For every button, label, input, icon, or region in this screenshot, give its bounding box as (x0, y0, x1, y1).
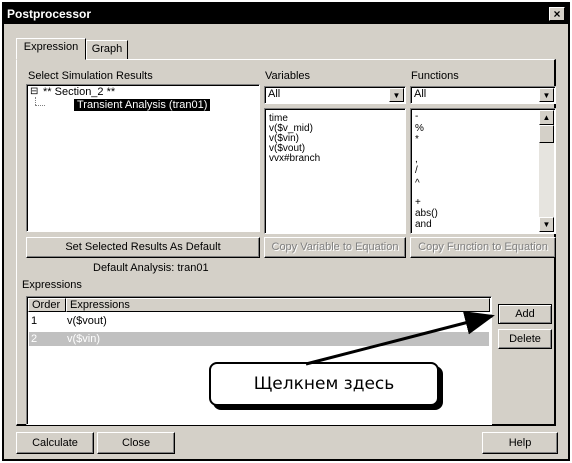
help-button[interactable]: Help (482, 432, 558, 454)
function-item[interactable]: * (415, 135, 419, 145)
tree-collapse-icon[interactable]: ⊟ (30, 86, 38, 97)
arrow-up-icon[interactable]: ▲ (539, 110, 554, 125)
function-item[interactable]: - (415, 112, 418, 122)
function-item[interactable]: ^ (415, 179, 420, 189)
variable-item[interactable]: vvx#branch (269, 154, 320, 164)
table-row[interactable]: 2 v($vin) (29, 332, 489, 346)
function-item[interactable]: abs() (415, 209, 438, 219)
close-window-button[interactable]: × (549, 7, 565, 21)
row-expression: v($vout) (67, 315, 107, 327)
title-bar: Postprocessor × (4, 4, 568, 24)
row-expression: v($vin) (67, 333, 101, 345)
calculate-button[interactable]: Calculate (16, 432, 94, 454)
variables-list[interactable]: time v($v_mid) v($vin) v($vout) vvx#bran… (264, 108, 406, 234)
chevron-down-icon[interactable]: ▼ (539, 88, 554, 102)
tree-root-section[interactable]: ** Section_2 ** (43, 86, 115, 98)
column-header-expressions[interactable]: Expressions (66, 298, 490, 312)
functions-label: Functions (411, 70, 459, 82)
tree-connector (35, 97, 36, 105)
function-item[interactable]: + (415, 198, 421, 208)
postprocessor-window: Postprocessor × Expression Graph Select … (2, 2, 570, 461)
default-analysis-text: Default Analysis: tran01 (93, 262, 209, 274)
tree-item-transient-analysis[interactable]: Transient Analysis (tran01) (74, 99, 211, 111)
function-item[interactable]: , (415, 155, 418, 165)
delete-button[interactable]: Delete (498, 329, 552, 349)
functions-list[interactable]: - % * , / ^ + abs() and ▲ ▼ (410, 108, 556, 234)
variables-label: Variables (265, 70, 311, 82)
functions-filter-select[interactable]: All ▼ (410, 86, 556, 104)
tab-graph[interactable]: Graph (86, 40, 128, 59)
add-button[interactable]: Add (498, 304, 552, 324)
functions-scrollbar[interactable]: ▲ ▼ (539, 110, 554, 232)
tree-connector (35, 105, 45, 106)
simulation-results-tree[interactable]: ⊟ ** Section_2 ** Transient Analysis (tr… (26, 84, 260, 232)
function-item[interactable]: % (415, 124, 424, 134)
function-item[interactable]: and (415, 220, 432, 230)
row-order: 2 (31, 333, 38, 345)
simulation-results-label: Select Simulation Results (28, 70, 153, 82)
scrollbar-thumb[interactable] (539, 125, 554, 143)
variables-filter-value: All (268, 88, 281, 100)
functions-filter-value: All (414, 88, 427, 100)
variables-filter-select[interactable]: All ▼ (264, 86, 406, 104)
function-item[interactable]: / (415, 166, 418, 176)
set-default-results-button[interactable]: Set Selected Results As Default (26, 237, 260, 258)
window-title: Postprocessor (7, 7, 92, 21)
table-row[interactable]: 1 v($vout) (29, 314, 489, 328)
close-button[interactable]: Close (97, 432, 175, 454)
column-header-order[interactable]: Order (28, 298, 66, 312)
callout-annotation: Щелкнем здесь (209, 362, 439, 406)
arrow-down-icon[interactable]: ▼ (539, 217, 554, 232)
tab-expression[interactable]: Expression (16, 38, 86, 60)
expressions-label: Expressions (22, 279, 82, 291)
copy-function-button[interactable]: Copy Function to Equation (410, 237, 556, 258)
row-order: 1 (31, 315, 38, 327)
chevron-down-icon[interactable]: ▼ (389, 88, 404, 102)
copy-variable-button[interactable]: Copy Variable to Equation (264, 237, 406, 258)
